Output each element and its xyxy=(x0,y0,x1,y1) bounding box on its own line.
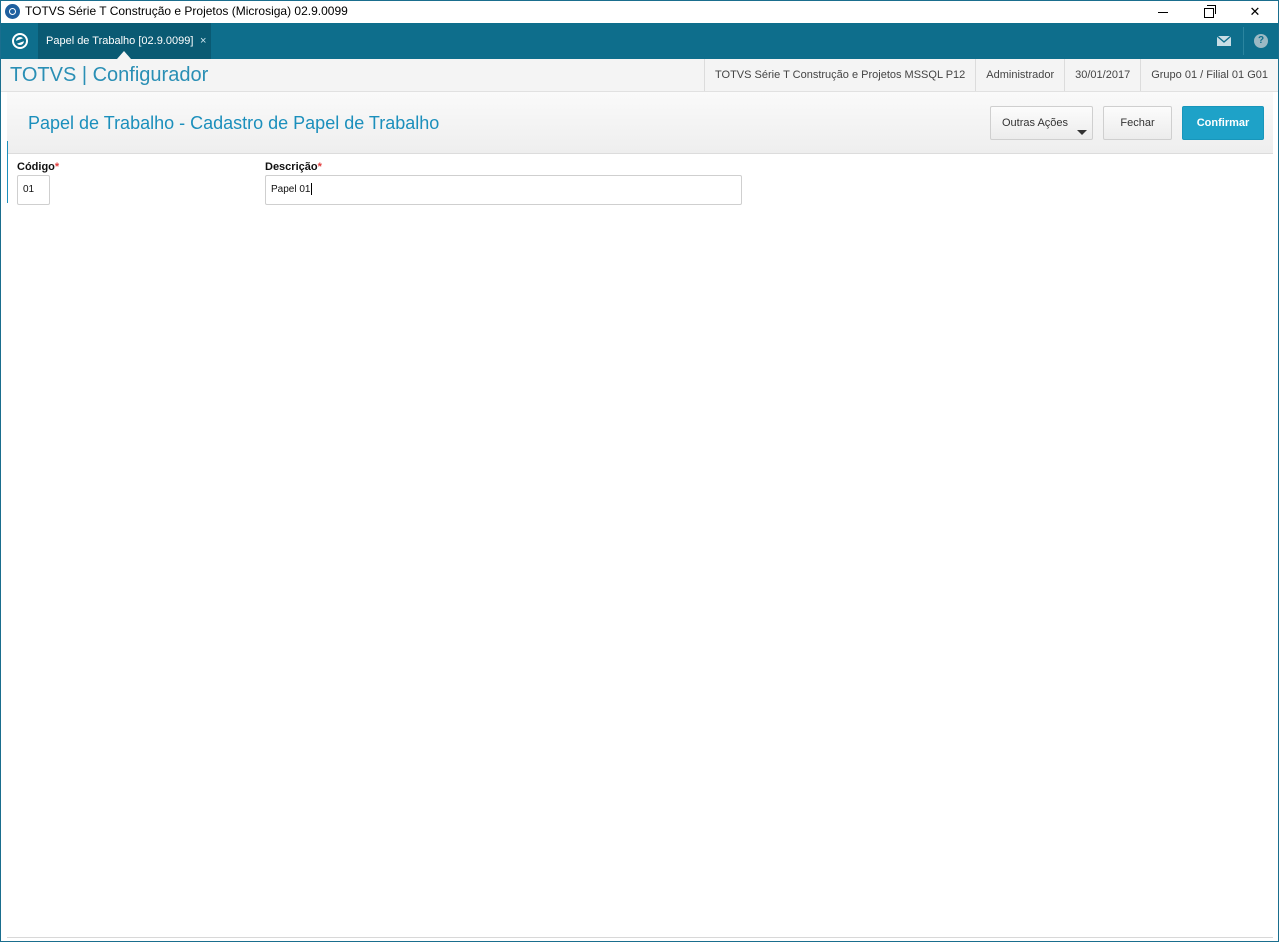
descricao-label: Descrição* xyxy=(265,161,322,173)
outras-acoes-button[interactable]: Outras Ações xyxy=(990,106,1093,140)
session-info: TOTVS Série T Construção e Projetos MSSQ… xyxy=(704,59,1278,91)
required-mark: * xyxy=(54,161,60,173)
mail-icon[interactable] xyxy=(1217,36,1231,46)
tab-bar: Papel de Trabalho [02.9.0099] × ? xyxy=(1,23,1278,59)
confirmar-button[interactable]: Confirmar xyxy=(1182,106,1264,140)
help-icon[interactable]: ? xyxy=(1254,34,1268,48)
form-accent-line xyxy=(7,141,8,203)
action-bar: Papel de Trabalho - Cadastro de Papel de… xyxy=(7,92,1273,154)
dropdown-caret-icon xyxy=(1077,130,1087,135)
app-brand: TOTVS | Configurador xyxy=(10,64,209,86)
close-window-button[interactable]: ✕ xyxy=(1232,1,1278,23)
required-mark: * xyxy=(317,161,322,173)
descricao-value: Papel 01 xyxy=(271,184,311,195)
user-info: Administrador xyxy=(975,59,1064,91)
codigo-value: 01 xyxy=(23,184,35,195)
descricao-field[interactable]: Papel 01 xyxy=(265,175,742,205)
tab-close-icon[interactable]: × xyxy=(200,23,206,59)
maximize-button[interactable] xyxy=(1186,1,1232,23)
fechar-button[interactable]: Fechar xyxy=(1103,106,1172,140)
window-title: TOTVS Série T Construção e Projetos (Mic… xyxy=(25,4,348,18)
app-icon xyxy=(5,4,20,19)
page-title: Papel de Trabalho - Cadastro de Papel de… xyxy=(28,113,440,133)
minimize-icon xyxy=(1158,12,1168,14)
environment-info: TOTVS Série T Construção e Projetos MSSQ… xyxy=(704,59,975,91)
codigo-field[interactable]: 01 xyxy=(17,175,50,205)
maximize-icon xyxy=(1204,4,1216,18)
text-cursor xyxy=(311,183,313,196)
app-header: TOTVS | Configurador TOTVS Série T Const… xyxy=(1,59,1278,92)
tabbar-divider xyxy=(1243,27,1244,55)
close-icon: ✕ xyxy=(1249,4,1261,19)
bottom-divider xyxy=(7,937,1273,938)
app-window: TOTVS Série T Construção e Projetos (Mic… xyxy=(0,0,1279,942)
window-titlebar[interactable]: TOTVS Série T Construção e Projetos (Mic… xyxy=(1,1,1278,23)
tab-label: Papel de Trabalho [02.9.0099] xyxy=(46,35,194,47)
date-info: 30/01/2017 xyxy=(1064,59,1140,91)
tab-pointer xyxy=(117,51,131,59)
outras-acoes-label: Outras Ações xyxy=(1002,117,1069,129)
totvs-home-icon[interactable] xyxy=(11,32,29,50)
codigo-label: Código* xyxy=(17,161,60,173)
minimize-button[interactable] xyxy=(1140,1,1186,23)
company-info: Grupo 01 / Filial 01 G01 xyxy=(1140,59,1278,91)
